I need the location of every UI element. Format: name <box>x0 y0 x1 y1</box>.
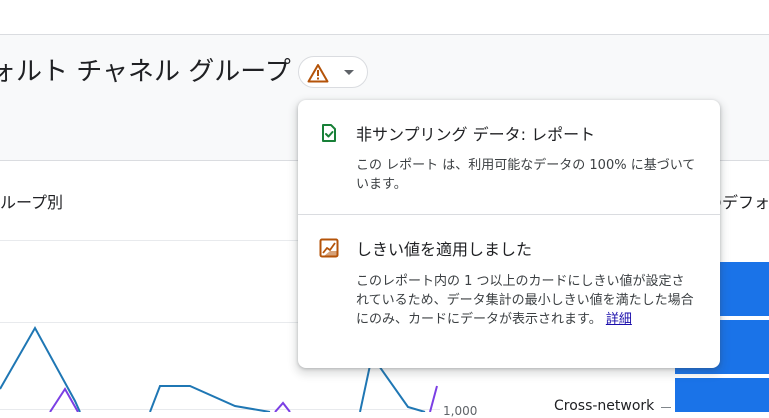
threshold-heading: しきい値を適用しました <box>356 240 533 259</box>
warning-triangle-icon <box>307 64 329 83</box>
threshold-body-text: このレポート内の 1 つ以上のカードにしきい値が設定されているため、データ集計の… <box>356 274 694 327</box>
page-title: ォルト チャネル グループ <box>0 57 291 87</box>
learn-more-link[interactable]: 詳細 <box>606 312 632 327</box>
chart-bar <box>675 378 769 412</box>
chart-series-line-2b <box>274 401 291 412</box>
check-document-icon <box>322 124 336 142</box>
data-quality-popup: 非サンプリング データ: レポート この レポート は、利用可能なデータの 10… <box>298 100 720 368</box>
legend-tick <box>661 407 671 408</box>
sampling-heading: 非サンプリング データ: レポート <box>356 125 596 144</box>
chart-series-line-2c <box>429 385 438 412</box>
data-status-chip[interactable] <box>298 56 368 88</box>
threshold-chart-icon <box>319 238 339 258</box>
axis-tick-label: 1,000 <box>443 404 478 418</box>
top-bar <box>0 0 769 35</box>
sampling-body: この レポート は、利用可能なデータの 100% に基づいています。 <box>356 158 696 192</box>
chart-series-line-1b <box>149 385 271 412</box>
chevron-down-icon <box>344 70 354 75</box>
chart-series-line-1 <box>0 325 81 412</box>
threshold-body: このレポート内の 1 つ以上のカードにしきい値が設定されているため、データ集計の… <box>356 272 696 329</box>
popup-divider <box>298 214 720 215</box>
